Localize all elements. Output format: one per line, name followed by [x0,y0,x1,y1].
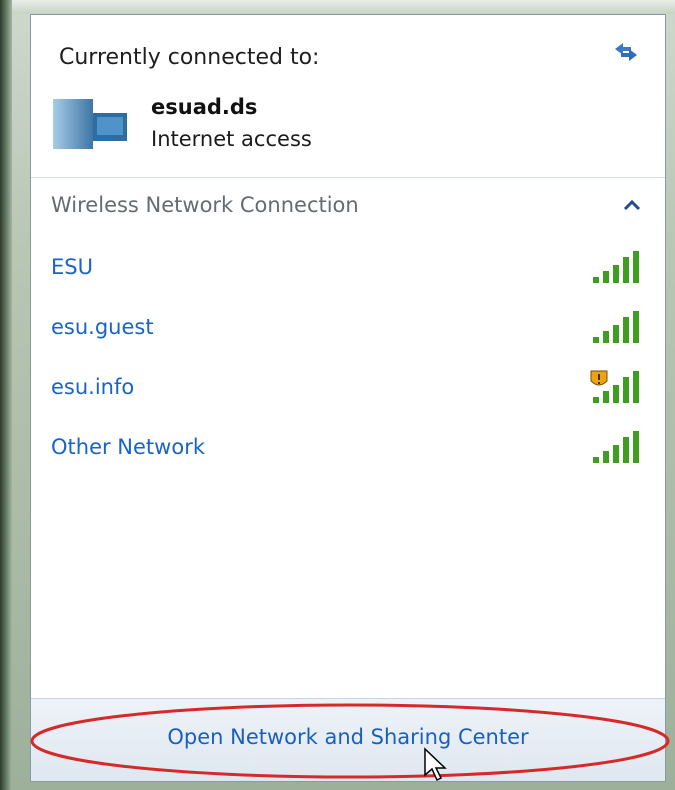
network-item-label: esu.guest [51,315,154,339]
refresh-icon[interactable] [609,37,643,67]
connected-section: Currently connected to: esuad.ds Interne… [31,15,665,178]
highlight-ellipse [30,703,670,779]
connection-status: Internet access [151,127,312,151]
window-frame-edge [0,0,12,790]
mouse-cursor-icon [424,747,447,782]
signal-strength-icon [593,431,639,463]
flyout-footer: Open Network and Sharing Center [30,698,670,782]
network-item-esu[interactable]: ESU [31,247,665,295]
network-flyout-panel: Currently connected to: esuad.ds Interne… [30,14,670,782]
signal-strength-warning-icon [590,370,639,403]
window-frame-top [0,0,675,14]
chevron-up-icon[interactable] [621,197,643,213]
signal-strength-icon [593,311,639,343]
network-item-esu-info[interactable]: esu.info [31,367,665,415]
network-item-label: esu.info [51,375,135,399]
network-item-other[interactable]: Other Network [31,427,665,475]
network-item-label: ESU [51,255,93,279]
connected-title: Currently connected to: [59,45,320,70]
wireless-section-title: Wireless Network Connection [51,193,359,217]
connected-network-name: esuad.ds [151,95,258,119]
network-item-label: Other Network [51,435,205,459]
network-computer-icon [53,99,127,149]
signal-strength-icon [593,251,639,283]
network-item-esu-guest[interactable]: esu.guest [31,307,665,355]
